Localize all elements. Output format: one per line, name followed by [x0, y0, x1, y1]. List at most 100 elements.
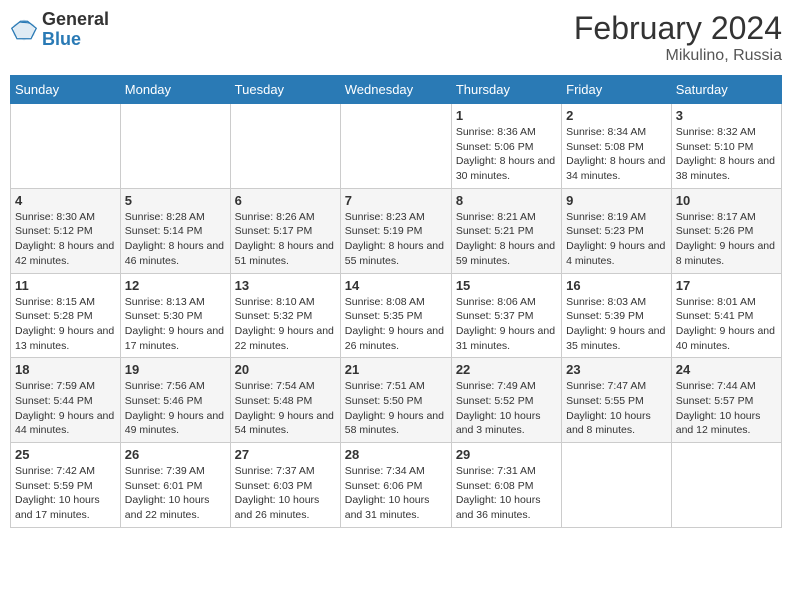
logo-general-text: General — [42, 9, 109, 29]
day-number: 4 — [15, 193, 116, 208]
day-info: Sunrise: 7:39 AM Sunset: 6:01 PM Dayligh… — [125, 464, 226, 523]
day-info: Sunrise: 7:54 AM Sunset: 5:48 PM Dayligh… — [235, 379, 336, 438]
calendar-cell: 29 Sunrise: 7:31 AM Sunset: 6:08 PM Dayli… — [451, 443, 561, 528]
day-number: 2 — [566, 108, 667, 123]
calendar-cell: 26 Sunrise: 7:39 AM Sunset: 6:01 PM Dayli… — [120, 443, 230, 528]
calendar-cell — [11, 104, 121, 189]
calendar-cell — [340, 104, 451, 189]
calendar-cell: 24 Sunrise: 7:44 AM Sunset: 5:57 PM Dayli… — [671, 358, 781, 443]
day-number: 22 — [456, 362, 557, 377]
calendar-cell: 27 Sunrise: 7:37 AM Sunset: 6:03 PM Dayli… — [230, 443, 340, 528]
day-info: Sunrise: 7:42 AM Sunset: 5:59 PM Dayligh… — [15, 464, 116, 523]
calendar-cell: 22Sunrise: 7:49 AM Sunset: 5:52 PM Dayli… — [451, 358, 561, 443]
month-year-title: February 2024 — [574, 10, 782, 47]
day-number: 29 — [456, 447, 557, 462]
day-number: 6 — [235, 193, 336, 208]
day-number: 18 — [15, 362, 116, 377]
day-number: 19 — [125, 362, 226, 377]
day-info: Sunrise: 8:28 AM Sunset: 5:14 PM Dayligh… — [125, 210, 226, 269]
calendar-cell: 11 Sunrise: 8:15 AM Sunset: 5:28 PM Dayli… — [11, 273, 121, 358]
day-number: 16 — [566, 278, 667, 293]
calendar-cell: 8Sunrise: 8:21 AM Sunset: 5:21 PM Daylig… — [451, 188, 561, 273]
day-number: 17 — [676, 278, 777, 293]
day-info: Sunrise: 8:36 AM Sunset: 5:06 PM Dayligh… — [456, 125, 557, 184]
calendar-week-row: 25 Sunrise: 7:42 AM Sunset: 5:59 PM Dayli… — [11, 443, 782, 528]
day-of-week-header: Monday — [120, 76, 230, 104]
day-info: Sunrise: 7:34 AM Sunset: 6:06 PM Dayligh… — [345, 464, 447, 523]
calendar-cell — [562, 443, 672, 528]
day-number: 12 — [125, 278, 226, 293]
day-number: 1 — [456, 108, 557, 123]
day-info: Sunrise: 8:10 AM Sunset: 5:32 PM Dayligh… — [235, 295, 336, 354]
day-number: 3 — [676, 108, 777, 123]
calendar-cell: 28 Sunrise: 7:34 AM Sunset: 6:06 PM Dayli… — [340, 443, 451, 528]
day-info: Sunrise: 7:31 AM Sunset: 6:08 PM Dayligh… — [456, 464, 557, 523]
calendar-cell — [671, 443, 781, 528]
calendar-week-row: 11 Sunrise: 8:15 AM Sunset: 5:28 PM Dayli… — [11, 273, 782, 358]
calendar-cell: 7Sunrise: 8:23 AM Sunset: 5:19 PM Daylig… — [340, 188, 451, 273]
day-number: 26 — [125, 447, 226, 462]
calendar-cell: 15Sunrise: 8:06 AM Sunset: 5:37 PM Dayli… — [451, 273, 561, 358]
day-of-week-header: Thursday — [451, 76, 561, 104]
day-number: 24 — [676, 362, 777, 377]
page-header: General Blue February 2024 Mikulino, Rus… — [10, 10, 782, 65]
days-of-week-row: SundayMondayTuesdayWednesdayThursdayFrid… — [11, 76, 782, 104]
calendar-week-row: 18 Sunrise: 7:59 AM Sunset: 5:44 PM Dayli… — [11, 358, 782, 443]
day-number: 14 — [345, 278, 447, 293]
day-info: Sunrise: 8:03 AM Sunset: 5:39 PM Dayligh… — [566, 295, 667, 354]
day-number: 23 — [566, 362, 667, 377]
calendar-cell: 2Sunrise: 8:34 AM Sunset: 5:08 PM Daylig… — [562, 104, 672, 189]
day-number: 27 — [235, 447, 336, 462]
calendar-cell: 21Sunrise: 7:51 AM Sunset: 5:50 PM Dayli… — [340, 358, 451, 443]
calendar-cell: 4 Sunrise: 8:30 AM Sunset: 5:12 PM Daylig… — [11, 188, 121, 273]
day-of-week-header: Wednesday — [340, 76, 451, 104]
day-info: Sunrise: 8:01 AM Sunset: 5:41 PM Dayligh… — [676, 295, 777, 354]
calendar-cell — [230, 104, 340, 189]
calendar-cell: 19 Sunrise: 7:56 AM Sunset: 5:46 PM Dayli… — [120, 358, 230, 443]
day-number: 20 — [235, 362, 336, 377]
calendar-cell: 9 Sunrise: 8:19 AM Sunset: 5:23 PM Daylig… — [562, 188, 672, 273]
day-info: Sunrise: 8:26 AM Sunset: 5:17 PM Dayligh… — [235, 210, 336, 269]
day-number: 28 — [345, 447, 447, 462]
day-info: Sunrise: 8:30 AM Sunset: 5:12 PM Dayligh… — [15, 210, 116, 269]
day-info: Sunrise: 8:19 AM Sunset: 5:23 PM Dayligh… — [566, 210, 667, 269]
day-info: Sunrise: 7:44 AM Sunset: 5:57 PM Dayligh… — [676, 379, 777, 438]
day-info: Sunrise: 7:47 AM Sunset: 5:55 PM Dayligh… — [566, 379, 667, 438]
day-info: Sunrise: 8:17 AM Sunset: 5:26 PM Dayligh… — [676, 210, 777, 269]
calendar-cell: 10 Sunrise: 8:17 AM Sunset: 5:26 PM Dayli… — [671, 188, 781, 273]
day-info: Sunrise: 8:15 AM Sunset: 5:28 PM Dayligh… — [15, 295, 116, 354]
calendar-cell: 3Sunrise: 8:32 AM Sunset: 5:10 PM Daylig… — [671, 104, 781, 189]
day-number: 13 — [235, 278, 336, 293]
calendar-cell: 17 Sunrise: 8:01 AM Sunset: 5:41 PM Dayli… — [671, 273, 781, 358]
day-of-week-header: Sunday — [11, 76, 121, 104]
day-info: Sunrise: 8:21 AM Sunset: 5:21 PM Dayligh… — [456, 210, 557, 269]
day-number: 15 — [456, 278, 557, 293]
day-info: Sunrise: 7:37 AM Sunset: 6:03 PM Dayligh… — [235, 464, 336, 523]
day-number: 11 — [15, 278, 116, 293]
day-number: 25 — [15, 447, 116, 462]
day-of-week-header: Tuesday — [230, 76, 340, 104]
logo-icon — [10, 16, 38, 44]
calendar-header: SundayMondayTuesdayWednesdayThursdayFrid… — [11, 76, 782, 104]
day-info: Sunrise: 7:56 AM Sunset: 5:46 PM Dayligh… — [125, 379, 226, 438]
calendar-cell: 18 Sunrise: 7:59 AM Sunset: 5:44 PM Dayli… — [11, 358, 121, 443]
day-info: Sunrise: 7:59 AM Sunset: 5:44 PM Dayligh… — [15, 379, 116, 438]
day-number: 5 — [125, 193, 226, 208]
day-info: Sunrise: 8:23 AM Sunset: 5:19 PM Dayligh… — [345, 210, 447, 269]
calendar-cell: 13 Sunrise: 8:10 AM Sunset: 5:32 PM Dayli… — [230, 273, 340, 358]
calendar-cell: 16 Sunrise: 8:03 AM Sunset: 5:39 PM Dayli… — [562, 273, 672, 358]
calendar-cell: 25 Sunrise: 7:42 AM Sunset: 5:59 PM Dayli… — [11, 443, 121, 528]
day-info: Sunrise: 8:08 AM Sunset: 5:35 PM Dayligh… — [345, 295, 447, 354]
day-of-week-header: Friday — [562, 76, 672, 104]
day-number: 9 — [566, 193, 667, 208]
calendar-cell: 14 Sunrise: 8:08 AM Sunset: 5:35 PM Dayli… — [340, 273, 451, 358]
calendar-week-row: 1 Sunrise: 8:36 AM Sunset: 5:06 PM Daylig… — [11, 104, 782, 189]
calendar-cell — [120, 104, 230, 189]
calendar-cell: 6 Sunrise: 8:26 AM Sunset: 5:17 PM Daylig… — [230, 188, 340, 273]
day-number: 10 — [676, 193, 777, 208]
calendar-body: 1 Sunrise: 8:36 AM Sunset: 5:06 PM Daylig… — [11, 104, 782, 528]
logo: General Blue — [10, 10, 109, 50]
calendar-cell: 5 Sunrise: 8:28 AM Sunset: 5:14 PM Daylig… — [120, 188, 230, 273]
title-block: February 2024 Mikulino, Russia — [574, 10, 782, 65]
calendar-week-row: 4 Sunrise: 8:30 AM Sunset: 5:12 PM Daylig… — [11, 188, 782, 273]
